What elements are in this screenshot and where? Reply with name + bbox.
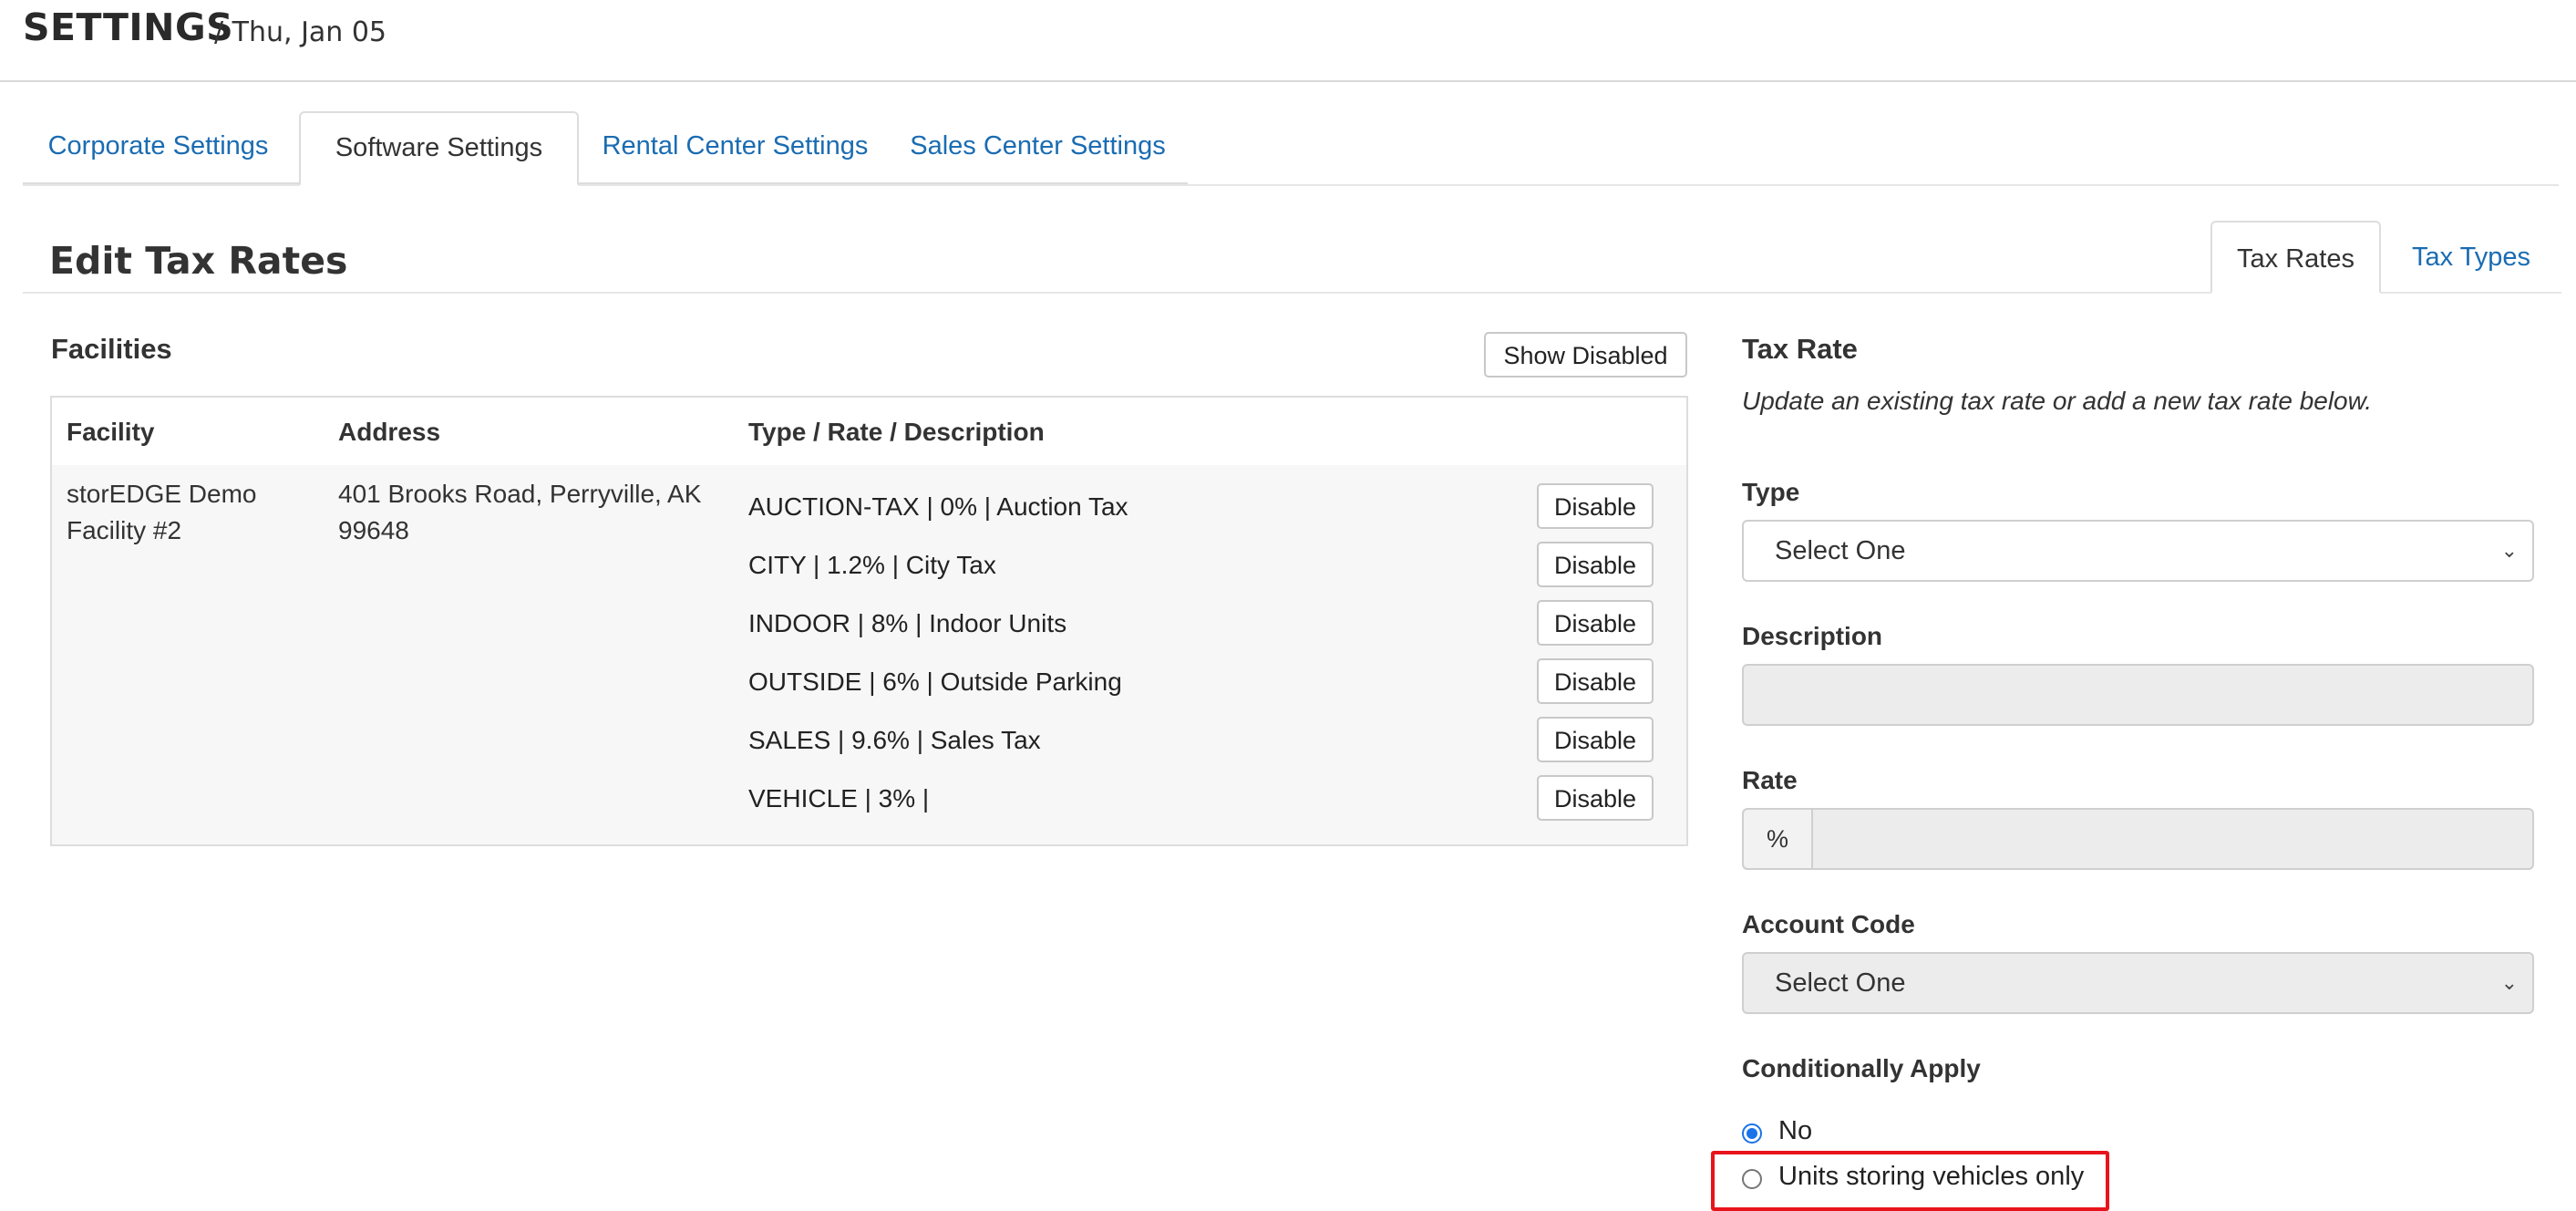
rate-row: INDOOR | 8% | Indoor Units Disable — [52, 596, 1686, 647]
description-label: Description — [1742, 622, 1883, 650]
facilities-title: Facilities — [51, 333, 172, 365]
highlight-box — [1711, 1151, 2109, 1211]
description-input[interactable] — [1742, 664, 2534, 726]
rate-row: CITY | 1.2% | City Tax Disable — [52, 538, 1686, 589]
page-date: / Thu, Jan 05 — [214, 16, 387, 48]
account-code-label: Account Code — [1742, 910, 1915, 938]
disable-button[interactable]: Disable — [1537, 600, 1654, 646]
section-title: Edit Tax Rates — [49, 239, 348, 283]
type-label: Type — [1742, 478, 1800, 506]
page-header: SETTINGS / Thu, Jan 05 — [0, 0, 2576, 82]
table-header: Facility Address Type / Rate / Descripti… — [52, 398, 1686, 467]
rate-label: Rate — [1742, 766, 1798, 794]
page-title: SETTINGS — [23, 5, 234, 49]
tab-corporate-settings[interactable]: Corporate Settings — [23, 111, 294, 186]
column-header-type-rate-description: Type / Rate / Description — [748, 418, 1045, 446]
show-disabled-button[interactable]: Show Disabled — [1484, 332, 1687, 378]
chevron-down-icon: ⌄ — [2500, 971, 2518, 994]
table-row: storEDGE Demo Facility #2 401 Brooks Roa… — [52, 465, 1686, 844]
tab-sales-center-settings[interactable]: Sales Center Settings — [893, 111, 1182, 186]
column-header-address: Address — [338, 418, 441, 446]
radio-no-label[interactable]: No — [1778, 1116, 1812, 1146]
disable-button[interactable]: Disable — [1537, 658, 1654, 704]
section-divider — [23, 292, 2561, 294]
radio-no[interactable] — [1742, 1123, 1762, 1144]
tab-tax-types[interactable]: Tax Types — [2383, 221, 2560, 294]
disable-button[interactable]: Disable — [1537, 542, 1654, 587]
percent-addon: % — [1744, 810, 1813, 868]
rate-text: AUCTION-TAX | 0% | Auction Tax — [748, 492, 1128, 521]
rate-row: OUTSIDE | 6% | Outside Parking Disable — [52, 655, 1686, 706]
rate-text: SALES | 9.6% | Sales Tax — [748, 726, 1041, 754]
rate-input-group[interactable]: % — [1742, 808, 2534, 870]
tax-rate-form-title: Tax Rate — [1742, 333, 1858, 365]
tab-tax-rates[interactable]: Tax Rates — [2210, 221, 2381, 294]
rate-text: VEHICLE | 3% | — [748, 784, 930, 813]
conditionally-apply-label: Conditionally Apply — [1742, 1054, 1981, 1082]
rate-text: OUTSIDE | 6% | Outside Parking — [748, 668, 1122, 696]
account-code-select[interactable]: Select One ⌄ — [1742, 952, 2534, 1014]
facilities-table: Facility Address Type / Rate / Descripti… — [50, 396, 1688, 846]
rate-row: VEHICLE | 3% | Disable — [52, 771, 1686, 823]
type-select-value: Select One — [1775, 536, 1906, 565]
rate-text: CITY | 1.2% | City Tax — [748, 551, 996, 579]
rate-text: INDOOR | 8% | Indoor Units — [748, 609, 1067, 637]
rate-row: SALES | 9.6% | Sales Tax Disable — [52, 713, 1686, 764]
chevron-down-icon: ⌄ — [2500, 539, 2518, 562]
disable-button[interactable]: Disable — [1537, 483, 1654, 529]
type-select[interactable]: Select One ⌄ — [1742, 520, 2534, 582]
tab-rental-center-settings[interactable]: Rental Center Settings — [581, 111, 890, 186]
account-code-select-value: Select One — [1775, 968, 1906, 998]
tab-software-settings[interactable]: Software Settings — [299, 111, 579, 186]
disable-button[interactable]: Disable — [1537, 717, 1654, 762]
tax-rate-form-subtitle: Update an existing tax rate or add a new… — [1742, 387, 2373, 415]
disable-button[interactable]: Disable — [1537, 775, 1654, 821]
main-tabs: Corporate Settings Software Settings Ren… — [23, 111, 2559, 186]
column-header-facility: Facility — [67, 418, 155, 446]
rate-row: AUCTION-TAX | 0% | Auction Tax Disable — [52, 480, 1686, 531]
